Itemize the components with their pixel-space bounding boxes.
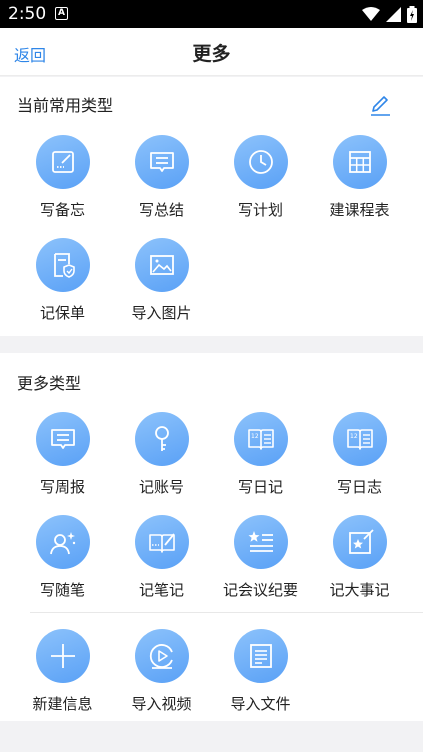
plus-icon: [35, 629, 90, 683]
item-label: 写随笔: [39, 581, 85, 599]
item-plan[interactable]: 写计划: [211, 135, 310, 235]
meeting-icon: [233, 515, 288, 569]
status-time: 2:50: [8, 4, 47, 24]
battery-icon: [407, 6, 417, 23]
item-weekly-report[interactable]: 写周报: [13, 412, 112, 512]
essay-icon: [35, 515, 90, 569]
item-label: 记笔记: [138, 581, 184, 599]
item-label: 导入文件: [230, 695, 291, 713]
item-memo[interactable]: 写备忘: [13, 135, 112, 235]
timetable-icon: [332, 135, 387, 189]
more-types-section: 更多类型 写周报 记账号 12 写日记 12 写日志 写随笔 记笔记 记会议纪要…: [0, 353, 423, 721]
signal-icon: [386, 7, 401, 22]
section-title-common: 当前常用类型: [17, 96, 114, 115]
memo-icon: [35, 135, 90, 189]
section-title-more: 更多类型: [17, 374, 82, 393]
summary-icon: [134, 135, 189, 189]
common-types-section: 当前常用类型 写备忘 写总结 写计划 建课程表 记保单 导入图片: [0, 77, 423, 336]
status-bar: 2:50 A: [0, 0, 423, 28]
svg-text:12: 12: [350, 433, 358, 440]
item-import-image[interactable]: 导入图片: [112, 238, 211, 338]
item-label: 写日志: [336, 478, 382, 496]
item-diary[interactable]: 12 写日记: [211, 412, 310, 512]
item-label: 记会议纪要: [222, 581, 298, 599]
item-account[interactable]: 记账号: [112, 412, 211, 512]
item-import-file[interactable]: 导入文件: [211, 629, 310, 729]
item-label: 写日记: [237, 478, 283, 496]
item-label: 写总结: [138, 201, 184, 219]
item-label: 记账号: [138, 478, 184, 496]
clock-icon: [233, 135, 288, 189]
log-icon: 12: [332, 412, 387, 466]
item-log[interactable]: 12 写日志: [310, 412, 409, 512]
item-label: 导入视频: [131, 695, 192, 713]
event-icon: [332, 515, 387, 569]
item-summary[interactable]: 写总结: [112, 135, 211, 235]
nav-bar: 返回 更多: [0, 28, 423, 76]
item-label: 导入图片: [131, 304, 192, 322]
item-essay[interactable]: 写随笔: [13, 515, 112, 615]
item-label: 记大事记: [329, 581, 390, 599]
notification-icon: A: [55, 7, 68, 20]
edit-icon[interactable]: [367, 92, 393, 118]
item-note[interactable]: 记笔记: [112, 515, 211, 615]
report-icon: [35, 412, 90, 466]
note-icon: [134, 515, 189, 569]
item-label: 写备忘: [39, 201, 85, 219]
system-icons: [362, 6, 417, 23]
key-icon: [134, 412, 189, 466]
item-label: 新建信息: [32, 695, 93, 713]
image-icon: [134, 238, 189, 292]
wifi-icon: [362, 7, 380, 21]
item-label: 建课程表: [329, 201, 390, 219]
item-label: 写周报: [39, 478, 85, 496]
item-new-info[interactable]: 新建信息: [13, 629, 112, 729]
item-import-video[interactable]: 导入视频: [112, 629, 211, 729]
item-meeting[interactable]: 记会议纪要: [211, 515, 310, 615]
item-timetable[interactable]: 建课程表: [310, 135, 409, 235]
video-icon: [134, 629, 189, 683]
divider: [30, 612, 423, 613]
diary-icon: 12: [233, 412, 288, 466]
item-event[interactable]: 记大事记: [310, 515, 409, 615]
file-icon: [233, 629, 288, 683]
item-policy[interactable]: 记保单: [13, 238, 112, 338]
policy-icon: [35, 238, 90, 292]
item-label: 写计划: [237, 201, 283, 219]
item-label: 记保单: [39, 304, 85, 322]
svg-text:12: 12: [251, 433, 259, 440]
page-title: 更多: [192, 43, 231, 65]
